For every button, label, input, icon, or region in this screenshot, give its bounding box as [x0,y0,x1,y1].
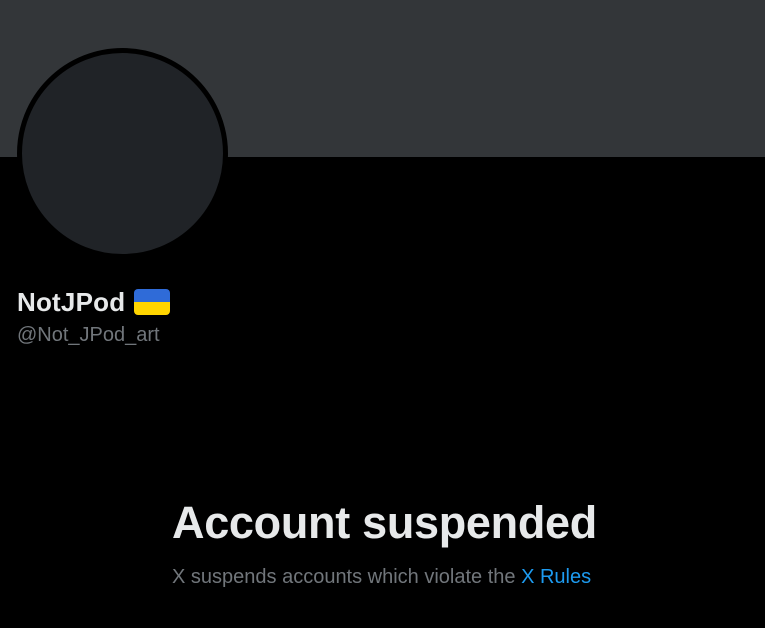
flag-bottom-stripe [134,302,171,315]
x-rules-link[interactable]: X Rules [521,566,591,588]
suspension-title: Account suspended [172,497,597,548]
profile-page: NotJPod @Not_JPod_art Account suspended … [0,0,765,628]
suspension-description-text: X suspends accounts which violate the [172,566,522,588]
display-name-row: NotJPod [17,284,171,320]
flag-top-stripe [134,289,171,302]
avatar [17,48,228,259]
ukraine-flag-icon [134,289,171,315]
profile-handle: @Not_JPod_art [17,324,160,346]
profile-info: NotJPod @Not_JPod_art [17,284,171,347]
suspension-description: X suspends accounts which violate the X … [172,564,597,590]
display-name: NotJPod [17,286,126,317]
suspension-notice: Account suspended X suspends accounts wh… [172,495,597,590]
